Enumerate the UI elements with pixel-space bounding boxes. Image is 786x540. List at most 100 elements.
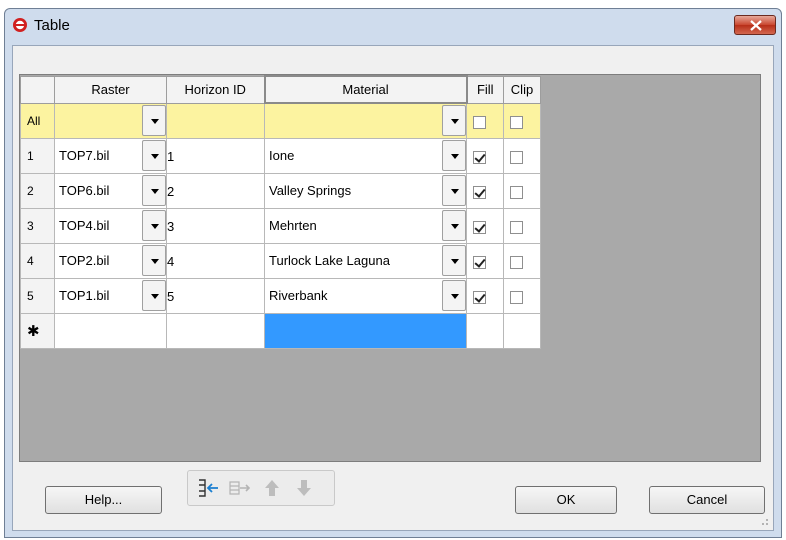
fill-cell bbox=[466, 138, 504, 174]
material-value: Valley Springs bbox=[269, 183, 352, 198]
column-header-material[interactable]: Material bbox=[263, 75, 468, 104]
clip-checkbox[interactable] bbox=[510, 221, 523, 235]
clip-checkbox[interactable] bbox=[510, 256, 523, 270]
material-cell[interactable]: Riverbank bbox=[264, 278, 467, 314]
raster-value: TOP2.bil bbox=[59, 253, 110, 268]
all-horizon-cell[interactable] bbox=[166, 102, 265, 139]
app-logo-icon bbox=[13, 18, 27, 32]
clip-checkbox[interactable] bbox=[510, 151, 523, 165]
all-raster-dropdown[interactable] bbox=[142, 104, 166, 136]
all-row: All bbox=[20, 102, 541, 139]
horizon-id-cell[interactable]: 3 bbox=[166, 208, 265, 244]
horizon-id-cell[interactable]: 5 bbox=[166, 278, 265, 314]
new-clip-cell[interactable] bbox=[503, 313, 541, 349]
raster-dropdown[interactable] bbox=[142, 280, 166, 311]
horizon-id-cell[interactable]: 4 bbox=[166, 243, 265, 279]
material-dropdown[interactable] bbox=[442, 245, 466, 276]
raster-cell[interactable]: TOP1.bil bbox=[54, 278, 167, 314]
horizon-id-cell[interactable]: 1 bbox=[166, 138, 265, 174]
help-button[interactable]: Help... bbox=[45, 486, 162, 514]
table-row: 1 TOP7.bil 1 Ione bbox=[20, 138, 541, 174]
column-header-clip[interactable]: Clip bbox=[503, 75, 541, 104]
raster-dropdown[interactable] bbox=[142, 140, 166, 171]
row-number[interactable]: 4 bbox=[20, 243, 55, 279]
fill-checkbox[interactable] bbox=[473, 256, 486, 270]
new-fill-cell[interactable] bbox=[466, 313, 504, 349]
add-row-icon[interactable] bbox=[228, 477, 252, 499]
raster-cell[interactable]: TOP7.bil bbox=[54, 138, 167, 174]
raster-cell[interactable]: TOP6.bil bbox=[54, 173, 167, 209]
table-dialog: Table Raster Horizon ID Material Fill Cl… bbox=[4, 8, 782, 538]
clip-cell bbox=[503, 278, 541, 314]
material-cell[interactable]: Mehrten bbox=[264, 208, 467, 244]
raster-cell[interactable]: TOP2.bil bbox=[54, 243, 167, 279]
ok-button[interactable]: OK bbox=[515, 486, 617, 514]
fill-checkbox[interactable] bbox=[473, 291, 486, 305]
clip-cell bbox=[503, 208, 541, 244]
raster-value: TOP7.bil bbox=[59, 148, 110, 163]
new-row: ✱ bbox=[20, 313, 541, 349]
column-header-raster[interactable]: Raster bbox=[54, 75, 167, 104]
raster-dropdown[interactable] bbox=[142, 175, 166, 206]
column-header-horizon-id[interactable]: Horizon ID bbox=[166, 75, 265, 104]
material-cell[interactable]: Valley Springs bbox=[264, 173, 467, 209]
raster-value: TOP1.bil bbox=[59, 288, 110, 303]
all-clip-cell bbox=[503, 102, 541, 139]
material-value: Riverbank bbox=[269, 288, 328, 303]
row-number[interactable]: 2 bbox=[20, 173, 55, 209]
title-bar[interactable]: Table bbox=[5, 9, 781, 45]
fill-cell bbox=[466, 173, 504, 209]
clip-cell bbox=[503, 243, 541, 279]
row-number[interactable]: 3 bbox=[20, 208, 55, 244]
all-raster-cell[interactable] bbox=[54, 102, 167, 139]
new-raster-cell[interactable] bbox=[54, 313, 167, 349]
table-row: 5 TOP1.bil 5 Riverbank bbox=[20, 278, 541, 314]
column-header-fill[interactable]: Fill bbox=[466, 75, 504, 104]
table-row: 4 TOP2.bil 4 Turlock Lake Laguna bbox=[20, 243, 541, 279]
material-dropdown[interactable] bbox=[442, 280, 466, 311]
clip-cell bbox=[503, 173, 541, 209]
fill-checkbox[interactable] bbox=[473, 186, 486, 200]
material-cell[interactable]: Turlock Lake Laguna bbox=[264, 243, 467, 279]
all-material-dropdown[interactable] bbox=[442, 105, 466, 136]
all-fill-cell bbox=[466, 102, 504, 139]
material-dropdown[interactable] bbox=[442, 210, 466, 241]
fill-checkbox[interactable] bbox=[473, 221, 486, 235]
material-value: Turlock Lake Laguna bbox=[269, 253, 390, 268]
fill-checkbox[interactable] bbox=[473, 151, 486, 165]
horizon-table: Raster Horizon ID Material Fill Clip All… bbox=[19, 74, 761, 462]
row-header-all[interactable]: All bbox=[20, 102, 55, 139]
dialog-body: Raster Horizon ID Material Fill Clip All… bbox=[12, 45, 774, 531]
new-row-marker[interactable]: ✱ bbox=[20, 313, 55, 349]
cancel-button[interactable]: Cancel bbox=[649, 486, 765, 514]
grid-table: Raster Horizon ID Material Fill Clip All… bbox=[20, 75, 541, 349]
window-title: Table bbox=[34, 17, 70, 34]
all-material-cell[interactable] bbox=[264, 102, 467, 139]
horizon-id-cell[interactable]: 2 bbox=[166, 173, 265, 209]
all-clip-checkbox[interactable] bbox=[510, 115, 523, 129]
raster-value: TOP6.bil bbox=[59, 183, 110, 198]
close-button[interactable] bbox=[734, 15, 776, 35]
new-material-cell[interactable] bbox=[264, 313, 467, 349]
material-dropdown[interactable] bbox=[442, 140, 466, 171]
insert-row-icon[interactable] bbox=[196, 477, 220, 499]
resize-grip-icon[interactable] bbox=[759, 516, 769, 526]
material-value: Ione bbox=[269, 148, 295, 163]
material-dropdown[interactable] bbox=[442, 175, 466, 206]
move-down-icon[interactable] bbox=[292, 477, 316, 499]
new-horizon-cell[interactable] bbox=[166, 313, 265, 349]
close-icon bbox=[750, 20, 762, 31]
header-row: Raster Horizon ID Material Fill Clip bbox=[20, 75, 541, 104]
material-cell[interactable]: Ione bbox=[264, 138, 467, 174]
clip-checkbox[interactable] bbox=[510, 186, 523, 200]
row-number[interactable]: 5 bbox=[20, 278, 55, 314]
raster-dropdown[interactable] bbox=[142, 245, 166, 276]
all-fill-checkbox[interactable] bbox=[473, 115, 486, 129]
raster-cell[interactable]: TOP4.bil bbox=[54, 208, 167, 244]
table-row: 3 TOP4.bil 3 Mehrten bbox=[20, 208, 541, 244]
corner-cell[interactable] bbox=[20, 75, 55, 104]
clip-checkbox[interactable] bbox=[510, 291, 523, 305]
move-up-icon[interactable] bbox=[260, 477, 284, 499]
raster-dropdown[interactable] bbox=[142, 210, 166, 241]
row-number[interactable]: 1 bbox=[20, 138, 55, 174]
